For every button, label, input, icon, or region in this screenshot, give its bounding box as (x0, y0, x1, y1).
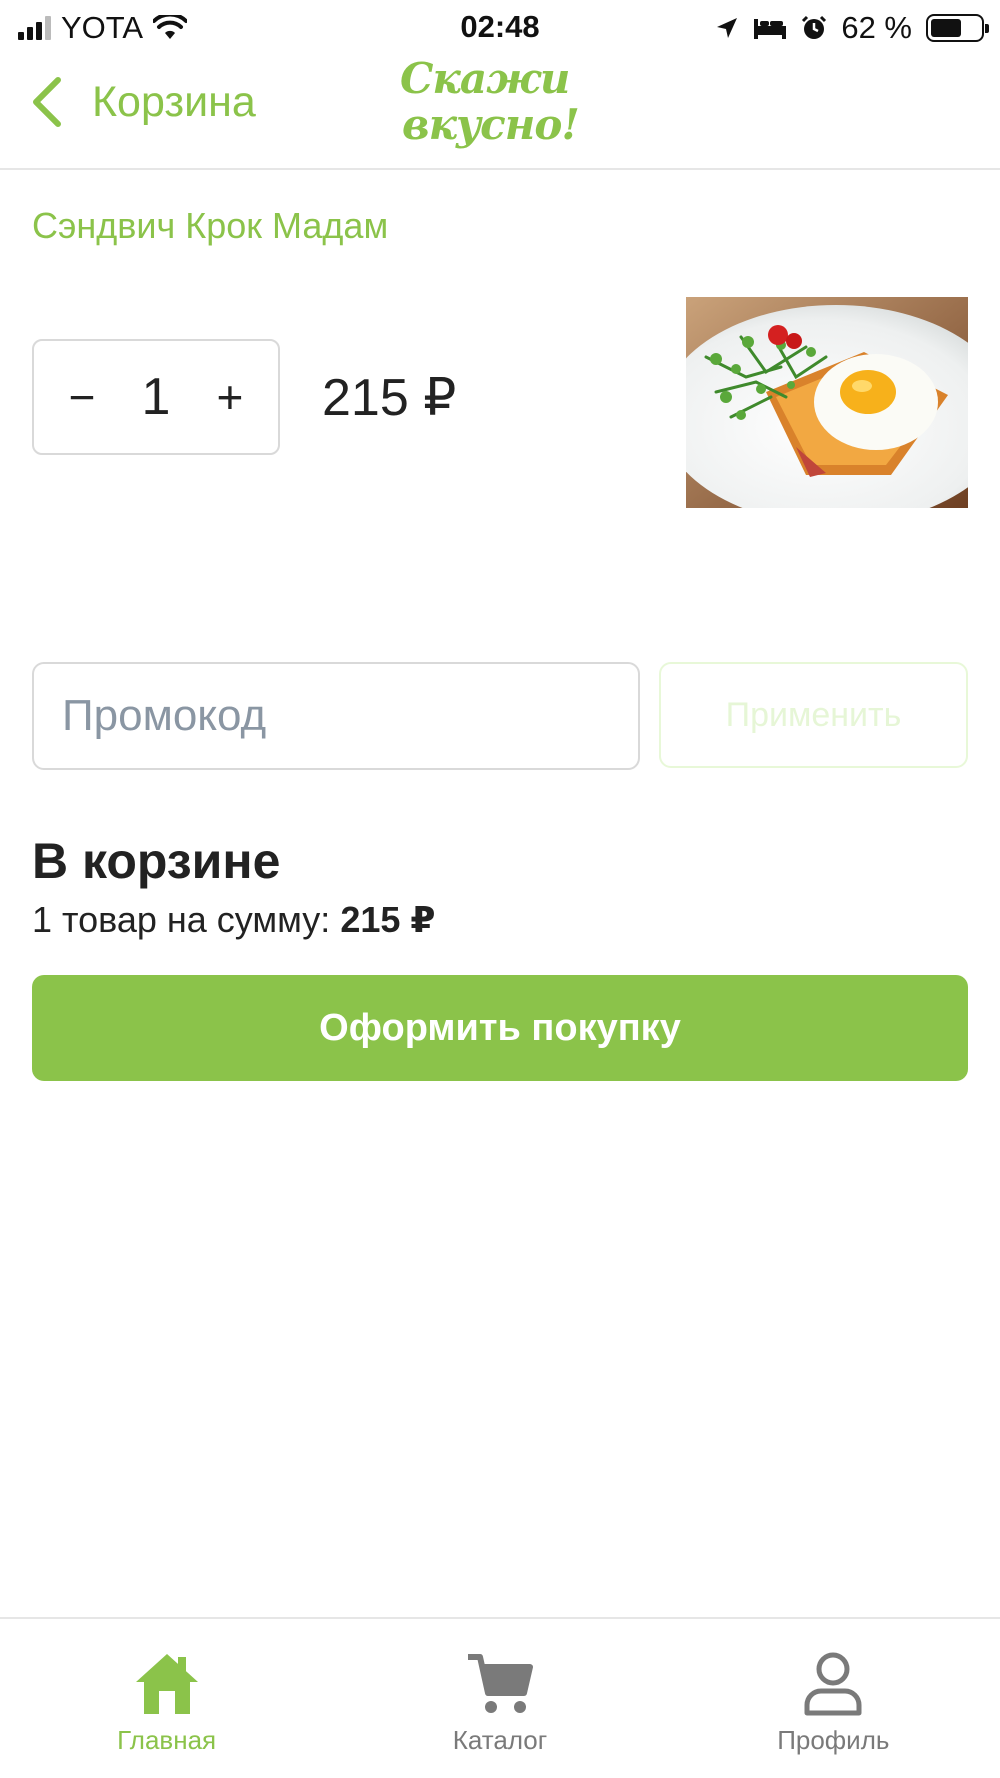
bed-icon (754, 19, 787, 39)
home-icon (135, 1654, 198, 1714)
product-price: 215 ₽ (322, 369, 457, 427)
battery-icon (926, 14, 989, 42)
cart-summary: 1 товар на сумму: 215 ₽ (32, 899, 435, 941)
increase-button[interactable]: + (210, 374, 250, 420)
decrease-button[interactable]: − (62, 374, 102, 420)
croque-madame-photo (686, 297, 968, 508)
brand-logo: Скажи вкусно! (400, 56, 600, 156)
product-image (686, 297, 968, 508)
cart-heading: В корзине (32, 833, 281, 889)
location-arrow-icon (717, 18, 738, 38)
logo-line-1: Скажи (400, 54, 570, 103)
tab-home[interactable]: Главная (0, 1619, 333, 1778)
back-button[interactable]: Корзина (32, 76, 256, 128)
status-bar: YOTA 02:48 62 % (0, 0, 1000, 56)
quantity-value: 1 (141, 368, 171, 426)
tab-profile-label: Профиль (777, 1725, 890, 1755)
promo-code-input[interactable] (32, 662, 640, 770)
apply-promo-button[interactable]: Применить (659, 662, 968, 768)
cart-icon (467, 1654, 533, 1713)
logo-line-2: вкусно! (402, 100, 580, 149)
tab-bar: Главная Каталог Профиль (0, 1617, 1000, 1778)
cart-summary-text: 1 товар на сумму: (32, 899, 331, 940)
tab-catalog[interactable]: Каталог (333, 1619, 666, 1778)
alarm-icon (802, 15, 827, 39)
battery-percent: 62 % (841, 10, 912, 45)
tab-profile[interactable]: Профиль (667, 1619, 1000, 1778)
tab-catalog-label: Каталог (452, 1725, 548, 1755)
quantity-stepper: − 1 + (32, 339, 280, 455)
profile-icon (804, 1652, 862, 1716)
chevron-left-icon (33, 77, 61, 127)
product-title: Сэндвич Крок Мадам (32, 205, 389, 246)
nav-header: Корзина Скажи вкусно! (0, 56, 1000, 170)
tab-home-label: Главная (117, 1725, 217, 1755)
status-right: 62 % (715, 10, 989, 46)
checkout-button[interactable]: Оформить покупку (32, 975, 968, 1081)
cart-total: 215 ₽ (340, 899, 436, 940)
back-label: Корзина (92, 77, 256, 126)
